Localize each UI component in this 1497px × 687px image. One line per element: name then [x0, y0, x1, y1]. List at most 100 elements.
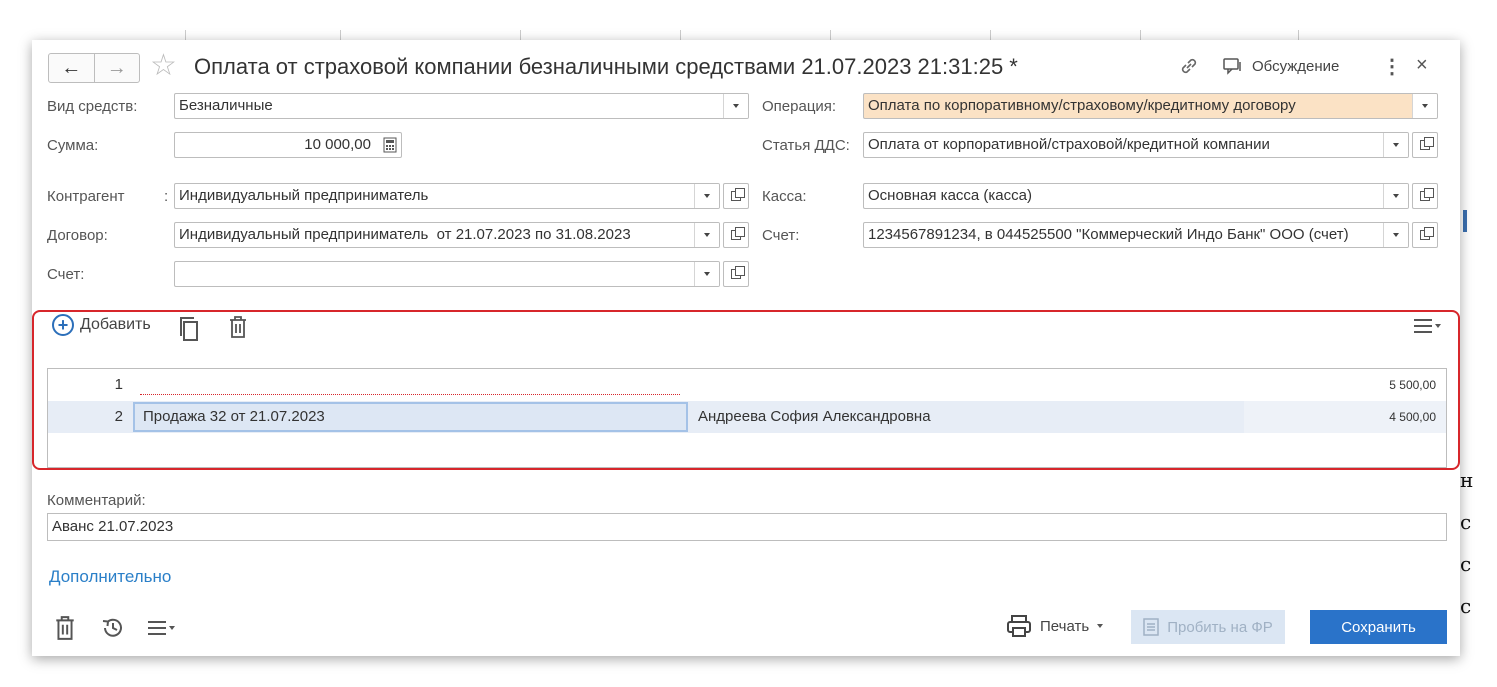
chevron-down-icon[interactable] [1383, 223, 1408, 247]
trash-icon[interactable] [55, 616, 75, 640]
cashbox-field[interactable]: Основная касса (касса) [863, 183, 1409, 209]
print-button[interactable]: Печать [1006, 614, 1104, 638]
row-amount: 5 500,00 [1389, 378, 1436, 392]
required-field-underline [140, 394, 680, 395]
fund-type-value: Безналичные [179, 97, 273, 114]
counterparty-value: Индивидуальный предприниматель [179, 187, 429, 204]
list-menu-icon[interactable] [1414, 319, 1441, 333]
receipt-icon [1143, 618, 1159, 636]
star-icon[interactable]: ☆ [150, 50, 177, 82]
chevron-down-icon[interactable] [1412, 94, 1437, 118]
trash-icon[interactable] [229, 316, 247, 338]
counterparty-colon: : [164, 188, 169, 205]
list-menu-icon[interactable] [148, 621, 175, 635]
account-left-field[interactable] [174, 261, 720, 287]
background-divider [1298, 30, 1299, 40]
table-row[interactable]: 2 Продажа 32 от 21.07.2023 Андреева Софи… [48, 401, 1446, 433]
discussion-icon [1223, 58, 1241, 75]
background-divider [830, 30, 831, 40]
more-link[interactable]: Дополнительно [49, 567, 171, 587]
counterparty-label: Контрагент [47, 188, 125, 205]
row-document-cell[interactable]: Продажа 32 от 21.07.2023 [133, 402, 688, 432]
chevron-down-icon[interactable] [694, 184, 719, 208]
calculator-icon[interactable] [383, 137, 397, 157]
counterparty-field[interactable]: Индивидуальный предприниматель [174, 183, 720, 209]
table-row[interactable]: 1 5 500,00 [48, 369, 1446, 401]
fiscal-register-button[interactable]: Пробить на ФР [1131, 610, 1285, 644]
background-window-right: н с с с [1460, 0, 1497, 687]
background-divider [520, 30, 521, 40]
contract-label: Договор: [47, 227, 108, 244]
background-text: с [1460, 594, 1472, 618]
account-left-label: Счет: [47, 266, 85, 283]
discussion-button[interactable]: Обсуждение [1222, 56, 1339, 76]
back-arrow-icon[interactable]: ← [49, 54, 94, 82]
fund-type-field[interactable]: Безналичные [174, 93, 749, 119]
history-icon[interactable] [100, 615, 126, 641]
chevron-down-icon[interactable] [694, 223, 719, 247]
row-number: 1 [114, 376, 123, 393]
open-icon[interactable] [1412, 222, 1438, 248]
add-label: Добавить [80, 316, 151, 333]
close-icon[interactable]: × [1416, 54, 1428, 77]
chevron-down-icon [1097, 624, 1104, 628]
comment-label: Комментарий: [47, 492, 146, 509]
open-icon[interactable] [723, 183, 749, 209]
open-icon[interactable] [1412, 183, 1438, 209]
discussion-label: Обсуждение [1252, 57, 1340, 75]
save-button[interactable]: Сохранить [1310, 610, 1447, 644]
cashbox-label: Касса: [762, 188, 807, 205]
row-name-cell[interactable]: Андреева София Александровна [698, 401, 931, 433]
background-divider [680, 30, 681, 40]
kebab-icon[interactable]: ⋮ [1382, 54, 1402, 79]
comment-value: Аванс 21.07.2023 [52, 518, 174, 535]
row-number: 2 [114, 408, 123, 425]
print-label: Печать [1040, 617, 1090, 635]
printer-icon [1007, 615, 1031, 637]
cashbox-value: Основная касса (касса) [868, 187, 1032, 204]
cashflow-item-value: Оплата от корпоративной/страховой/кредит… [868, 136, 1270, 153]
open-icon[interactable] [723, 261, 749, 287]
operation-label: Операция: [762, 98, 837, 115]
amount-field[interactable]: 10 000,00 [174, 132, 402, 158]
cashflow-item-label: Статья ДДС: [762, 137, 850, 154]
operation-field[interactable]: Оплата по корпоративному/страховому/кред… [863, 93, 1438, 119]
open-icon[interactable] [1412, 132, 1438, 158]
plus-circle-icon: + [52, 314, 74, 336]
open-icon[interactable] [723, 222, 749, 248]
chevron-down-icon[interactable] [1383, 133, 1408, 157]
chevron-down-icon[interactable] [694, 262, 719, 286]
contract-value: Индивидуальный предприниматель от 21.07.… [179, 226, 631, 243]
contract-field[interactable]: Индивидуальный предприниматель от 21.07.… [174, 222, 720, 248]
comment-input[interactable]: Аванс 21.07.2023 [47, 513, 1447, 541]
copy-icon[interactable] [178, 316, 200, 342]
account-right-field[interactable]: 1234567891234, в 044525500 "Коммерческий… [863, 222, 1409, 248]
add-button[interactable]: + Добавить [52, 314, 151, 336]
chevron-down-icon[interactable] [723, 94, 748, 118]
account-right-value: 1234567891234, в 044525500 "Коммерческий… [868, 226, 1349, 243]
fiscal-register-label: Пробить на ФР [1167, 618, 1273, 636]
forward-arrow-icon[interactable]: → [93, 54, 140, 82]
background-accent [1463, 210, 1467, 232]
background-text: н [1460, 468, 1474, 492]
operation-value: Оплата по корпоративному/страховому/кред… [868, 97, 1296, 114]
page-title: Оплата от страховой компании безналичным… [194, 54, 1018, 79]
background-window-strip [0, 0, 1497, 40]
chevron-down-icon[interactable] [1383, 184, 1408, 208]
link-icon[interactable] [1178, 55, 1200, 77]
amount-value: 10 000,00 [304, 136, 371, 153]
background-divider [340, 30, 341, 40]
document-window: ← → ☆ Оплата от страховой компании безна… [32, 40, 1460, 656]
background-text: с [1460, 510, 1472, 534]
amount-label: Сумма: [47, 137, 99, 154]
nav-buttons: ← → [48, 53, 140, 83]
background-divider [185, 30, 186, 40]
background-divider [990, 30, 991, 40]
background-divider [1140, 30, 1141, 40]
background-text: с [1460, 552, 1472, 576]
fund-type-label: Вид средств: [47, 98, 138, 115]
account-right-label: Счет: [762, 227, 800, 244]
cashflow-item-field[interactable]: Оплата от корпоративной/страховой/кредит… [863, 132, 1409, 158]
row-amount: 4 500,00 [1389, 410, 1436, 424]
payments-table: 1 5 500,00 2 Продажа 32 от 21.07.2023 Ан… [47, 368, 1447, 468]
